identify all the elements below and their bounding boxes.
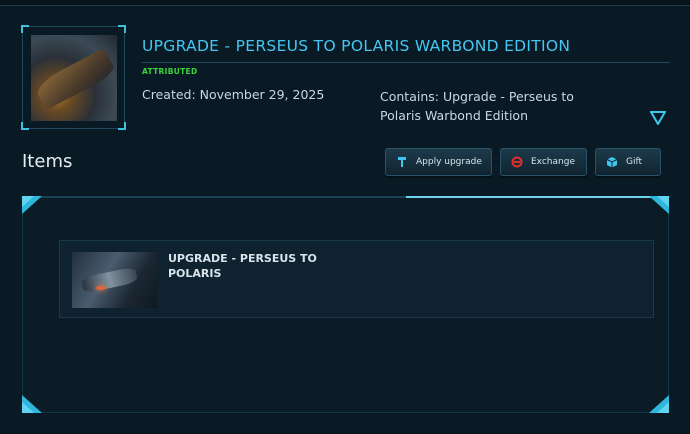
ship-thumbnail [31,35,117,121]
panel-corner-bottom-left [22,395,42,413]
pledge-title: UPGRADE - PERSEUS TO POLARIS WARBOND EDI… [142,37,571,55]
panel-corner-bottom-right [649,395,669,413]
item-card[interactable]: UPGRADE - PERSEUS TO POLARIS [59,240,654,318]
ship-image [72,252,157,308]
items-panel: UPGRADE - PERSEUS TO POLARIS [22,196,670,413]
gift-button[interactable]: Gift [595,148,661,176]
apply-upgrade-button[interactable]: Apply upgrade [385,148,492,176]
created-date: Created: November 29, 2025 [142,87,325,102]
exchange-icon [511,156,523,168]
top-bar [0,0,690,6]
panel-corner-top-left [22,196,42,214]
gift-box-icon [606,157,618,168]
items-heading: Items [22,151,73,172]
item-name: UPGRADE - PERSEUS TO POLARIS [168,252,317,280]
exchange-label: Exchange [531,157,575,167]
triangle-down-icon[interactable] [650,111,666,125]
status-badge: ATTRIBUTED [142,67,198,76]
contains-text: Contains: Upgrade - Perseus to Polaris W… [380,89,574,123]
pledge-thumbnail-frame [21,25,126,130]
gift-label: Gift [626,157,643,167]
hammer-icon [398,157,406,167]
panel-corner-top-right [649,196,669,214]
exchange-button[interactable]: Exchange [500,148,587,176]
title-divider [142,62,670,63]
apply-upgrade-label: Apply upgrade [416,157,482,167]
